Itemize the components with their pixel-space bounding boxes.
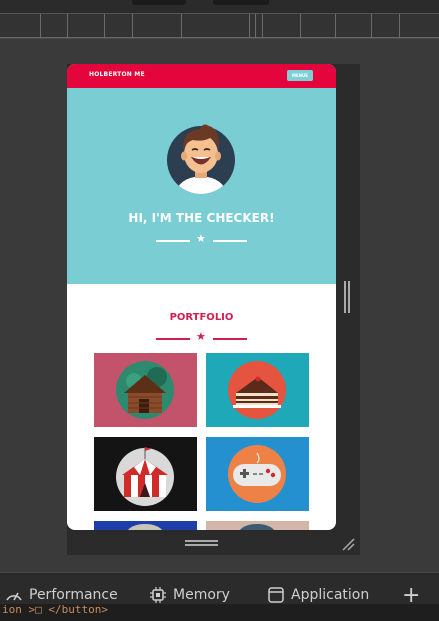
portfolio-item-cake[interactable] xyxy=(206,353,309,427)
cabin-icon xyxy=(116,361,174,419)
portfolio-title: PORTFOLIO xyxy=(169,312,234,323)
menu-button[interactable]: MENUE xyxy=(287,70,313,81)
brand-link[interactable]: HOLBERTON ME xyxy=(89,71,145,78)
top-nav: HOLBERTON ME MENUE xyxy=(67,64,336,88)
hero-title: HI, I'M THE CHECKER! xyxy=(128,211,275,225)
portfolio-item-circus-tent[interactable] xyxy=(94,437,197,511)
portfolio-item-gamepad[interactable] xyxy=(206,437,309,511)
partial-tile-icon xyxy=(128,524,162,530)
star-icon: ★ xyxy=(196,330,206,343)
performance-icon xyxy=(6,592,22,601)
portfolio-item-cabin[interactable] xyxy=(94,353,197,427)
tab-memory[interactable]: Memory xyxy=(149,585,230,605)
ruler-divider xyxy=(0,38,439,39)
resize-grip-vertical-icon[interactable] xyxy=(344,281,350,313)
resize-grip-horizontal-icon[interactable] xyxy=(185,540,218,546)
hero-section: HI, I'M THE CHECKER! ★ xyxy=(67,88,336,284)
devtools-top-strip xyxy=(0,0,439,14)
toolbar-pill xyxy=(132,0,186,5)
portfolio-divider: ★ xyxy=(67,330,336,343)
add-tab-button[interactable]: + xyxy=(402,583,420,608)
toolbar-pill xyxy=(213,0,269,5)
partial-tile-icon xyxy=(240,524,274,530)
cake-icon xyxy=(228,361,286,419)
circus-tent-icon xyxy=(116,447,174,506)
emulated-page: HOLBERTON ME MENUE HI, I'M THE CHECKER! … xyxy=(67,64,336,530)
avatar xyxy=(167,124,235,194)
portfolio-item-partial[interactable] xyxy=(94,521,197,530)
hero-divider: ★ xyxy=(67,232,336,245)
tab-memory-label: Memory xyxy=(173,587,230,603)
star-icon: ★ xyxy=(196,232,206,245)
tab-performance[interactable]: Performance xyxy=(5,585,118,605)
gamepad-icon xyxy=(228,445,286,503)
portfolio-item-partial[interactable] xyxy=(206,521,309,530)
memory-icon xyxy=(150,587,166,603)
tab-performance-label: Performance xyxy=(29,587,118,603)
console-snippet: ion >□ </button> xyxy=(0,604,439,621)
media-query-ruler[interactable] xyxy=(0,14,439,38)
tab-application[interactable]: Application xyxy=(267,585,369,605)
tab-application-label: Application xyxy=(291,587,370,603)
resize-corner-icon[interactable] xyxy=(340,536,356,552)
application-icon xyxy=(268,587,284,603)
